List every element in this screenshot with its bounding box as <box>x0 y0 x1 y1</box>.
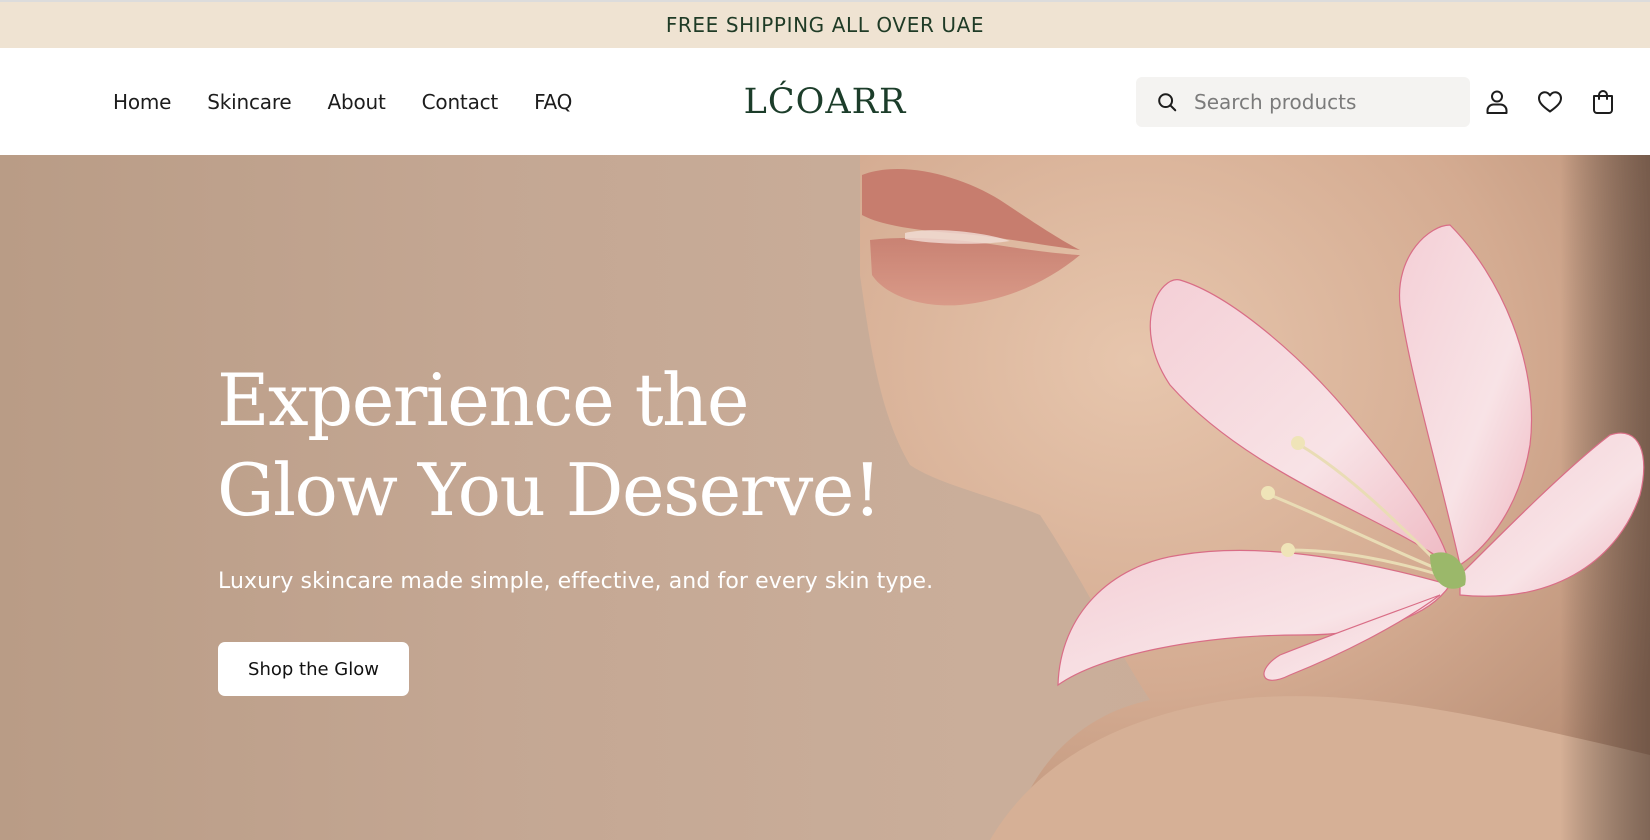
search-box[interactable] <box>1136 77 1470 127</box>
hero-title-line1: Experience the <box>217 358 750 442</box>
nav-faq[interactable]: FAQ <box>534 90 572 114</box>
nav-about[interactable]: About <box>328 90 386 114</box>
shop-the-glow-button[interactable]: Shop the Glow <box>218 642 409 696</box>
search-input[interactable] <box>1194 90 1454 114</box>
announcement-bar: FREE SHIPPING ALL OVER UAE <box>0 0 1650 48</box>
site-header: Home Skincare About Contact FAQ LĆOARR <box>0 48 1650 155</box>
brand-logo[interactable]: LĆOARR <box>744 82 907 122</box>
nav-home[interactable]: Home <box>113 90 171 114</box>
wishlist-heart-icon[interactable] <box>1535 87 1565 117</box>
nav-skincare[interactable]: Skincare <box>207 90 291 114</box>
main-nav: Home Skincare About Contact FAQ <box>113 48 608 155</box>
cart-bag-icon[interactable] <box>1588 87 1618 117</box>
hero-subtitle: Luxury skincare made simple, effective, … <box>218 569 934 594</box>
account-icon[interactable] <box>1482 87 1512 117</box>
hero-title: Experience the Glow You Deserve! <box>217 355 917 535</box>
search-icon[interactable] <box>1154 89 1180 115</box>
hero-title-line2: Glow You Deserve! <box>217 448 882 532</box>
nav-contact[interactable]: Contact <box>422 90 499 114</box>
announcement-text: FREE SHIPPING ALL OVER UAE <box>665 13 985 37</box>
hero-banner: Experience the Glow You Deserve! Luxury … <box>0 155 1650 840</box>
